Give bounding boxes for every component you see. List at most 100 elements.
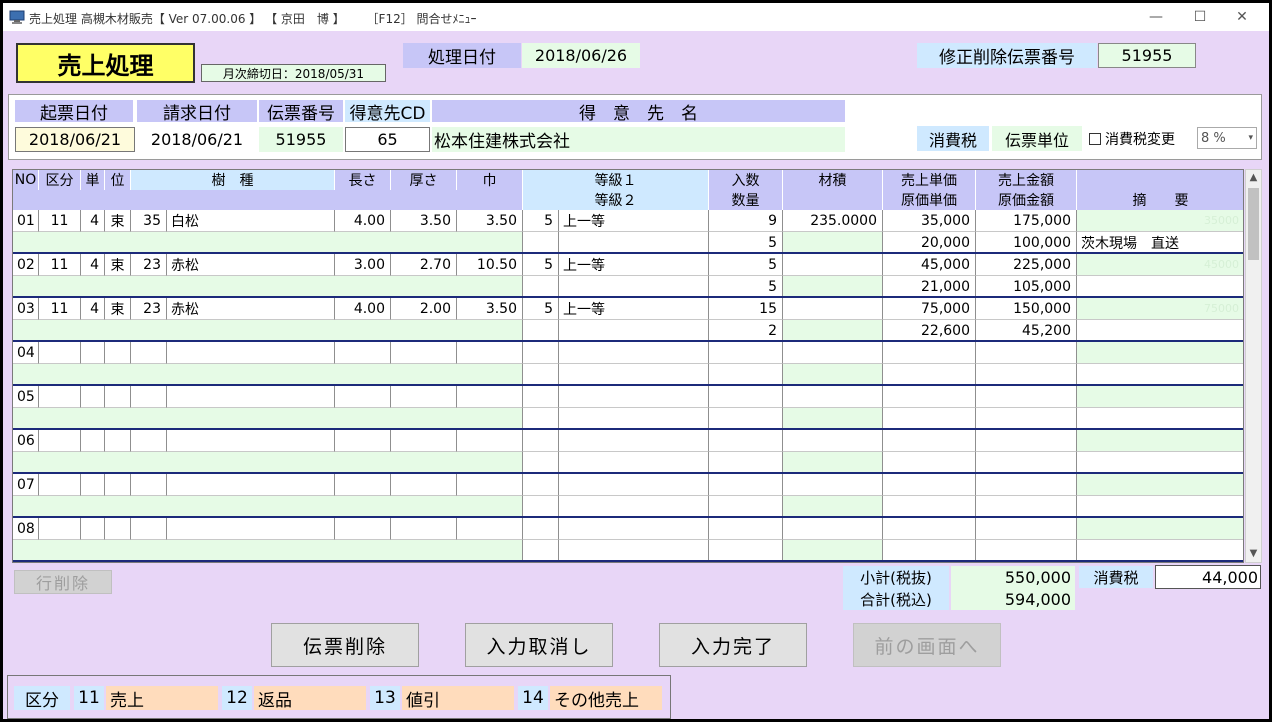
cell-zaiseki[interactable]: [783, 474, 883, 496]
cell-len[interactable]: [335, 474, 391, 496]
cell-gen-kingaku[interactable]: [976, 496, 1077, 518]
cell-unit-cd[interactable]: 4: [81, 210, 105, 232]
scroll-down-icon[interactable]: ▼: [1246, 546, 1261, 562]
back-button[interactable]: 前の画面へ: [853, 623, 1001, 667]
cell-sp-cd[interactable]: 35: [131, 210, 167, 232]
scroll-up-icon[interactable]: ▲: [1246, 170, 1261, 186]
cell-unit-cd[interactable]: 4: [81, 298, 105, 320]
cell-irisu[interactable]: [709, 342, 783, 364]
cell-thk[interactable]: [391, 518, 457, 540]
cell-wid[interactable]: [457, 430, 523, 452]
cell-kubun[interactable]: [39, 430, 81, 452]
cell-len[interactable]: [335, 518, 391, 540]
cell-uri-kingaku[interactable]: [976, 430, 1077, 452]
bill-date-field[interactable]: 2018/06/21: [137, 127, 257, 152]
cell-grade[interactable]: [559, 342, 709, 364]
cell-thk[interactable]: 2.70: [391, 254, 457, 276]
cell-kubun[interactable]: 11: [39, 210, 81, 232]
cell-uri-kingaku[interactable]: [976, 518, 1077, 540]
complete-input-button[interactable]: 入力完了: [659, 623, 807, 667]
cell-thk[interactable]: 3.50: [391, 210, 457, 232]
tax-rate-select[interactable]: 8 % ▾: [1197, 127, 1257, 149]
cell-grade[interactable]: [559, 518, 709, 540]
cell-thk[interactable]: [391, 430, 457, 452]
cell-uri-tanka[interactable]: [883, 386, 976, 408]
cell-wid[interactable]: 3.50: [457, 298, 523, 320]
cell-zaiseki[interactable]: [783, 254, 883, 276]
cell-species[interactable]: [167, 518, 335, 540]
cell-zaiseki[interactable]: [783, 518, 883, 540]
cell-faint[interactable]: [1077, 386, 1243, 408]
cell-tekiyo[interactable]: [1077, 496, 1243, 518]
cell-grade[interactable]: [559, 386, 709, 408]
cell-tekiyo[interactable]: [1077, 452, 1243, 474]
cell-species[interactable]: [167, 474, 335, 496]
cell-len[interactable]: 4.00: [335, 298, 391, 320]
cell-wid[interactable]: [457, 342, 523, 364]
cell-sp-cd[interactable]: [131, 430, 167, 452]
edit-slip-number-field[interactable]: 51955: [1098, 43, 1196, 68]
cell-sp-cd[interactable]: [131, 342, 167, 364]
cell-wid[interactable]: 3.50: [457, 210, 523, 232]
cell-zaiseki[interactable]: [783, 342, 883, 364]
cell-uri-kingaku[interactable]: 175,000: [976, 210, 1077, 232]
delete-row-button[interactable]: 行削除: [14, 570, 112, 594]
cell-gen-kingaku[interactable]: [976, 540, 1077, 562]
cell-thk[interactable]: 2.00: [391, 298, 457, 320]
cell-unit[interactable]: 束: [105, 254, 131, 276]
cancel-input-button[interactable]: 入力取消し: [465, 623, 613, 667]
cell-grade[interactable]: 上一等: [559, 210, 709, 232]
cell-grade[interactable]: [559, 430, 709, 452]
cell-suryo[interactable]: [709, 496, 783, 518]
cell-g-cd[interactable]: [523, 386, 559, 408]
cell-suryo[interactable]: 2: [709, 320, 783, 342]
cell-suryo[interactable]: [709, 452, 783, 474]
cell-suryo[interactable]: 5: [709, 232, 783, 254]
cell-uri-kingaku[interactable]: 225,000: [976, 254, 1077, 276]
cell-species[interactable]: 赤松: [167, 298, 335, 320]
cell-unit-cd[interactable]: [81, 518, 105, 540]
cell-thk[interactable]: [391, 474, 457, 496]
cell-unit[interactable]: [105, 474, 131, 496]
cell-irisu[interactable]: [709, 474, 783, 496]
cell-tekiyo[interactable]: [1077, 320, 1243, 342]
cell-wid[interactable]: 10.50: [457, 254, 523, 276]
cell-unit-cd[interactable]: 4: [81, 254, 105, 276]
slip-no-field[interactable]: 51955: [259, 127, 343, 152]
cell-kubun[interactable]: [39, 518, 81, 540]
cell-len[interactable]: 4.00: [335, 210, 391, 232]
scroll-thumb[interactable]: [1248, 188, 1259, 260]
cell-irisu[interactable]: [709, 430, 783, 452]
cell-irisu[interactable]: [709, 386, 783, 408]
cell-sp-cd[interactable]: [131, 386, 167, 408]
footer-tax-field[interactable]: 44,000: [1155, 565, 1261, 589]
cell-g-cd[interactable]: 5: [523, 210, 559, 232]
maximize-button[interactable]: ☐: [1177, 3, 1223, 31]
cell-gen-kingaku[interactable]: [976, 364, 1077, 386]
cell-len[interactable]: [335, 386, 391, 408]
cell-gen-tanka[interactable]: [883, 496, 976, 518]
cell-gen-kingaku[interactable]: 105,000: [976, 276, 1077, 298]
cell-thk[interactable]: [391, 342, 457, 364]
cell-grade[interactable]: 上一等: [559, 254, 709, 276]
cell-gen-kingaku[interactable]: [976, 452, 1077, 474]
cell-species[interactable]: [167, 386, 335, 408]
cell-tekiyo[interactable]: [1077, 408, 1243, 430]
cell-uri-tanka[interactable]: [883, 342, 976, 364]
cell-uri-kingaku[interactable]: 150,000: [976, 298, 1077, 320]
cell-g-cd[interactable]: [523, 474, 559, 496]
grid-scrollbar[interactable]: ▲ ▼: [1245, 169, 1262, 563]
cell-suryo[interactable]: [709, 540, 783, 562]
cell-wid[interactable]: [457, 518, 523, 540]
cell-gen-kingaku[interactable]: 100,000: [976, 232, 1077, 254]
cell-unit-cd[interactable]: [81, 386, 105, 408]
cell-sp-cd[interactable]: 23: [131, 298, 167, 320]
cell-irisu[interactable]: 15: [709, 298, 783, 320]
cell-g-cd[interactable]: [523, 342, 559, 364]
cell-uri-tanka[interactable]: 75,000: [883, 298, 976, 320]
close-button[interactable]: ✕: [1219, 3, 1265, 31]
cell-unit-cd[interactable]: [81, 430, 105, 452]
cell-tekiyo[interactable]: 茨木現場 直送: [1077, 232, 1243, 254]
issue-date-field[interactable]: 2018/06/21: [15, 127, 135, 152]
cell-zaiseki[interactable]: [783, 298, 883, 320]
